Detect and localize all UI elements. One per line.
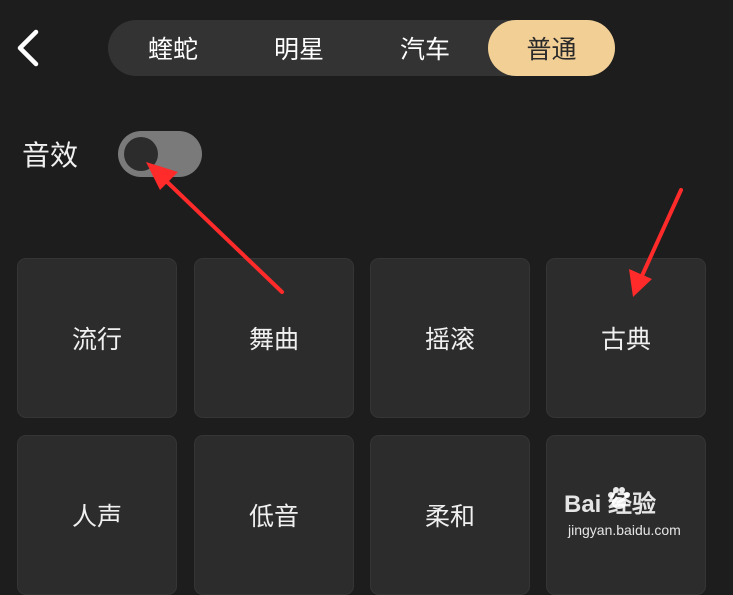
preset-card-8[interactable] xyxy=(546,435,706,595)
back-button[interactable] xyxy=(6,24,50,72)
sound-effect-toggle[interactable] xyxy=(118,131,202,177)
tab-celebrity[interactable]: 明星 xyxy=(236,20,362,76)
preset-card-soft[interactable]: 柔和 xyxy=(370,435,530,595)
mode-tab-bar: 蝰蛇 明星 汽车 普通 xyxy=(108,20,615,76)
sound-effect-label: 音效 xyxy=(22,139,79,172)
preset-card-pop[interactable]: 流行 xyxy=(17,258,177,418)
preset-card-rock[interactable]: 摇滚 xyxy=(370,258,530,418)
preset-card-vocal[interactable]: 人声 xyxy=(17,435,177,595)
preset-card-dance[interactable]: 舞曲 xyxy=(194,258,354,418)
preset-card-classical[interactable]: 古典 xyxy=(546,258,706,418)
tab-car[interactable]: 汽车 xyxy=(362,20,488,76)
chevron-left-icon xyxy=(17,29,39,67)
preset-card-bass[interactable]: 低音 xyxy=(194,435,354,595)
tab-normal[interactable]: 普通 xyxy=(488,20,615,76)
tab-viper[interactable]: 蝰蛇 xyxy=(110,20,236,76)
toggle-knob xyxy=(124,137,158,171)
